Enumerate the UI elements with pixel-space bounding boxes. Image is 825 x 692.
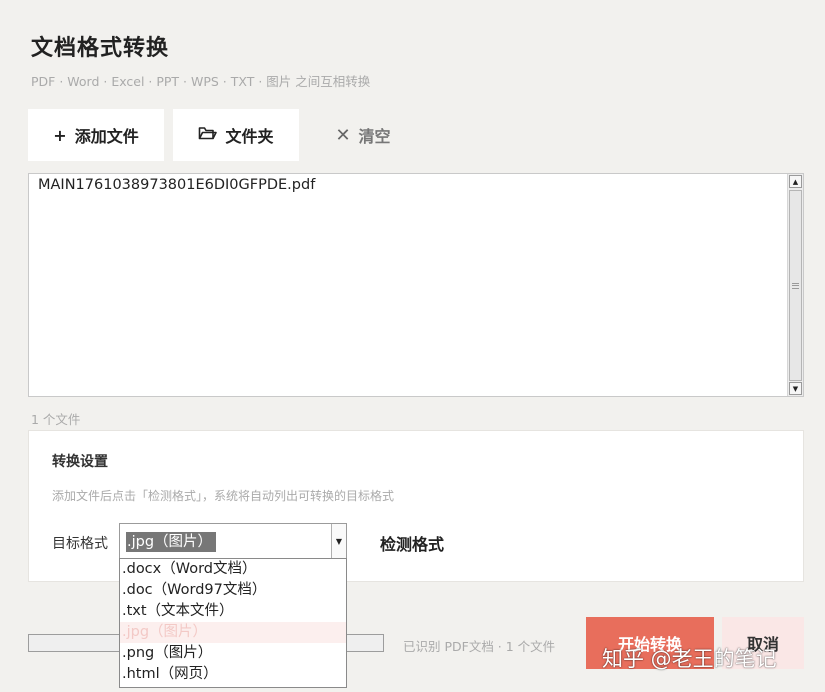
watermark: 知乎 @老王的笔记	[602, 647, 777, 671]
close-icon: ✕	[335, 124, 351, 146]
dropdown-option[interactable]: .png（图片）	[120, 643, 346, 664]
list-item[interactable]: MAIN1761038973801E6DI0GFPDE.pdf	[38, 177, 315, 193]
dropdown-option[interactable]: .txt（文本文件）	[120, 601, 346, 622]
file-list[interactable]: MAIN1761038973801E6DI0GFPDE.pdf ▲ ▼	[28, 173, 804, 397]
detect-format-button[interactable]: 检测格式	[380, 531, 444, 555]
chevron-down-icon[interactable]: ▼	[331, 524, 346, 558]
status-text: 已识别 PDF文档 · 1 个文件	[403, 639, 556, 654]
selected-format: .jpg（图片）	[126, 532, 216, 552]
folder-icon	[198, 125, 218, 145]
add-file-button[interactable]: + 添加文件	[28, 109, 164, 161]
scrollbar[interactable]: ▲ ▼	[787, 174, 803, 396]
folder-button[interactable]: 文件夹	[173, 109, 299, 161]
dropdown-option[interactable]: .html（网页）	[120, 664, 346, 685]
file-count: 1 个文件	[31, 412, 81, 427]
plus-icon: +	[53, 125, 67, 145]
dropdown-option[interactable]: .doc（Word97文档）	[120, 580, 346, 601]
target-format-select[interactable]: .jpg（图片） ▼	[119, 523, 347, 559]
page-title: 文档格式转换	[31, 36, 170, 61]
scroll-down-icon[interactable]: ▼	[789, 382, 802, 395]
settings-title: 转换设置	[52, 454, 108, 470]
scroll-up-icon[interactable]: ▲	[789, 175, 802, 188]
scrollbar-thumb[interactable]	[789, 190, 802, 381]
page-subtitle: PDF · Word · Excel · PPT · WPS · TXT · 图…	[31, 74, 371, 89]
settings-hint: 添加文件后点击「检测格式」，系统将自动列出可转换的目标格式	[52, 489, 395, 503]
grip-icon	[792, 282, 799, 289]
clear-label: 清空	[358, 127, 391, 146]
target-format-label: 目标格式	[52, 536, 108, 552]
dropdown-option[interactable]: .docx（Word文档）	[120, 559, 346, 580]
clear-button[interactable]: ✕ 清空	[318, 109, 408, 161]
folder-label: 文件夹	[225, 127, 274, 146]
add-file-label: 添加文件	[74, 127, 139, 146]
format-dropdown-list[interactable]: .docx（Word文档） .doc（Word97文档） .txt（文本文件） …	[119, 558, 347, 688]
dropdown-option[interactable]: .jpg（图片）	[120, 622, 346, 643]
